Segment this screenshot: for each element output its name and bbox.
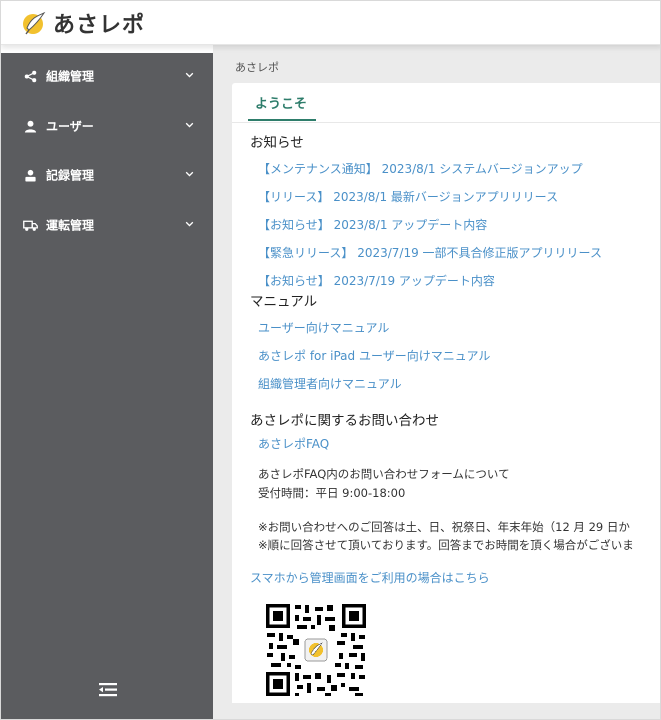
news-link[interactable]: 【緊急リリース】 2023/7/19 一部不具合修正版アプリリリース [258, 244, 602, 261]
news-link[interactable]: 【リリース】 2023/8/1 最新バージョンアプリリリース [258, 188, 558, 205]
active-tab-indicator [248, 119, 316, 121]
contact-title: あさレポに関するお問い合わせ [250, 413, 439, 429]
app-window: あさレポ 組織管理 ユーザー 記録管理 運転管理 あさレポ ようこそ お知らせ … [0, 0, 661, 720]
sidebar-item-label: ユーザー [46, 119, 94, 134]
manual-title: マニュアル [250, 294, 318, 310]
manual-link[interactable]: 組織管理者向けマニュアル [258, 375, 402, 392]
user-icon [22, 118, 38, 134]
qr-code-image [265, 603, 367, 697]
manual-link[interactable]: ユーザー向けマニュアル [258, 319, 389, 336]
sidebar-item-label: 運転管理 [46, 218, 95, 233]
contact-note: ※お問い合わせへのご回答は土、日、祝祭日、年末年始（12 月 29 日か [258, 520, 630, 534]
sidebar-item-label: 記録管理 [46, 168, 95, 183]
sidebar-item-users[interactable]: ユーザー [1, 103, 213, 149]
news-title: お知らせ [250, 135, 304, 151]
smartphone-link[interactable]: スマホから管理画面をご利用の場合はこちら [250, 569, 490, 586]
contact-note: ※順に回答させて頂いております。回答までお時間を頂く場合がございま [258, 538, 634, 552]
chevron-down-icon [185, 72, 194, 78]
news-link[interactable]: 【メンテナンス通知】 2023/8/1 システムバージョンアップ [258, 160, 583, 177]
chevron-down-icon [185, 221, 194, 227]
logo-icon [23, 11, 46, 35]
news-link[interactable]: 【お知らせ】 2023/8/1 アップデート内容 [258, 216, 487, 233]
chevron-down-icon [185, 171, 194, 177]
manual-link[interactable]: あさレポ for iPad ユーザー向けマニュアル [258, 347, 490, 364]
app-title: あさレポ [53, 13, 146, 38]
faq-link[interactable]: あさレポFAQ [258, 435, 329, 452]
sidebar-item-label: 組織管理 [46, 69, 95, 84]
contact-form-text: あさレポFAQ内のお問い合わせフォームについて [258, 467, 510, 481]
news-link[interactable]: 【お知らせ】 2023/7/19 アップデート内容 [258, 272, 495, 289]
share-icon [22, 68, 38, 84]
tab-divider [232, 122, 660, 123]
sidebar-item-organization[interactable]: 組織管理 [1, 53, 213, 99]
tab-welcome[interactable]: ようこそ [255, 93, 307, 112]
sidebar-item-driving[interactable]: 運転管理 [1, 202, 213, 248]
top-header: あさレポ [1, 1, 660, 45]
chevron-down-icon [185, 122, 194, 128]
record-user-icon [22, 167, 38, 183]
breadcrumb[interactable]: あさレポ [235, 59, 279, 75]
collapse-menu-icon[interactable] [96, 680, 120, 700]
sidebar: 組織管理 ユーザー 記録管理 運転管理 [1, 53, 213, 719]
sidebar-item-records[interactable]: 記録管理 [1, 152, 213, 198]
truck-icon [22, 217, 38, 233]
contact-hours: 受付時間：平日 9:00-18:00 [258, 486, 406, 500]
